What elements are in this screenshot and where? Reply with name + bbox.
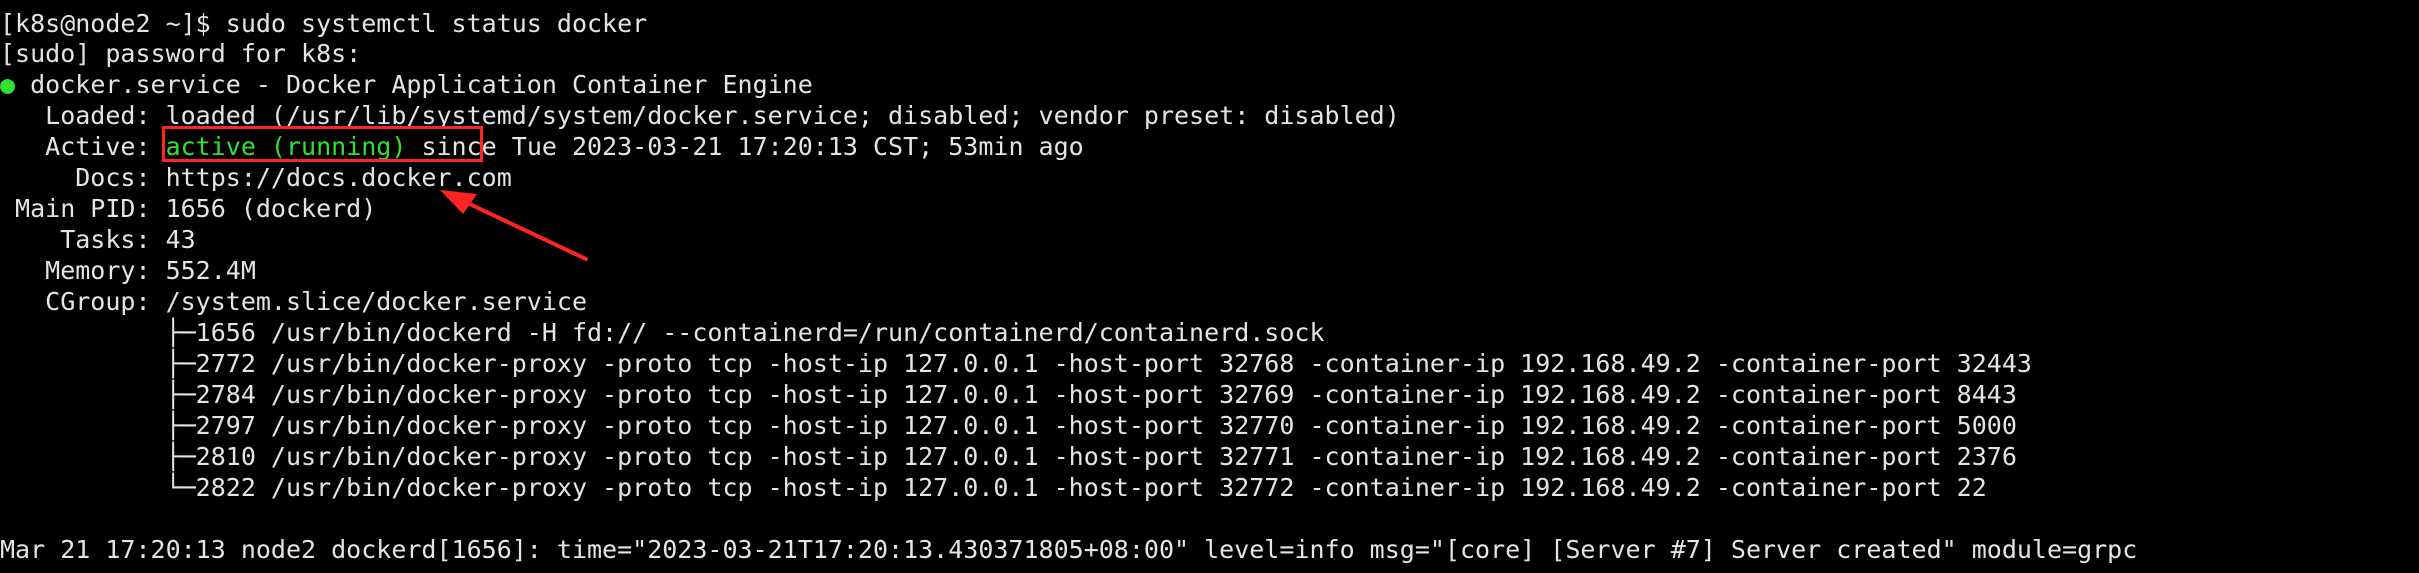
- terminal-line-process-1656: ├─1656 /usr/bin/dockerd -H fd:// --conta…: [0, 318, 1325, 347]
- terminal-line-process-2797: ├─2797 /usr/bin/docker-proxy -proto tcp …: [0, 411, 2017, 440]
- terminal-output: [k8s@node2 ~]$ sudo systemctl status doc…: [0, 0, 2419, 573]
- terminal-line-tasks: Tasks: 43: [0, 225, 196, 254]
- active-status-highlight-box: [162, 126, 483, 162]
- terminal-line-process-2810: ├─2810 /usr/bin/docker-proxy -proto tcp …: [0, 442, 2017, 471]
- active-prefix: Active:: [0, 132, 166, 161]
- terminal-line-command: [k8s@node2 ~]$ sudo systemctl status doc…: [0, 9, 648, 38]
- terminal-line-docker-log: Mar 21 17:20:13 node2 dockerd[1656]: tim…: [0, 535, 2138, 564]
- terminal-line-sudo-prompt: [sudo] password for k8s:: [0, 39, 362, 68]
- terminal-line-cgroup: CGroup: /system.slice/docker.service: [0, 287, 587, 316]
- terminal-line-process-2822: └─2822 /usr/bin/docker-proxy -proto tcp …: [0, 473, 1987, 502]
- service-title-text: docker.service - Docker Application Cont…: [15, 70, 813, 99]
- active-suffix: since Tue 2023-03-21 17:20:13 CST; 53min…: [406, 132, 1084, 161]
- terminal-line-docs: Docs: https://docs.docker.com: [0, 163, 512, 192]
- service-status-bullet-icon: ●: [0, 70, 16, 99]
- terminal-line-memory: Memory: 552.4M: [0, 256, 256, 285]
- terminal-line-main-pid: Main PID: 1656 (dockerd): [0, 194, 377, 223]
- terminal-line-service-title: ● docker.service - Docker Application Co…: [0, 69, 813, 100]
- terminal-line-process-2784: ├─2784 /usr/bin/docker-proxy -proto tcp …: [0, 380, 2017, 409]
- terminal-line-process-2772: ├─2772 /usr/bin/docker-proxy -proto tcp …: [0, 349, 2032, 378]
